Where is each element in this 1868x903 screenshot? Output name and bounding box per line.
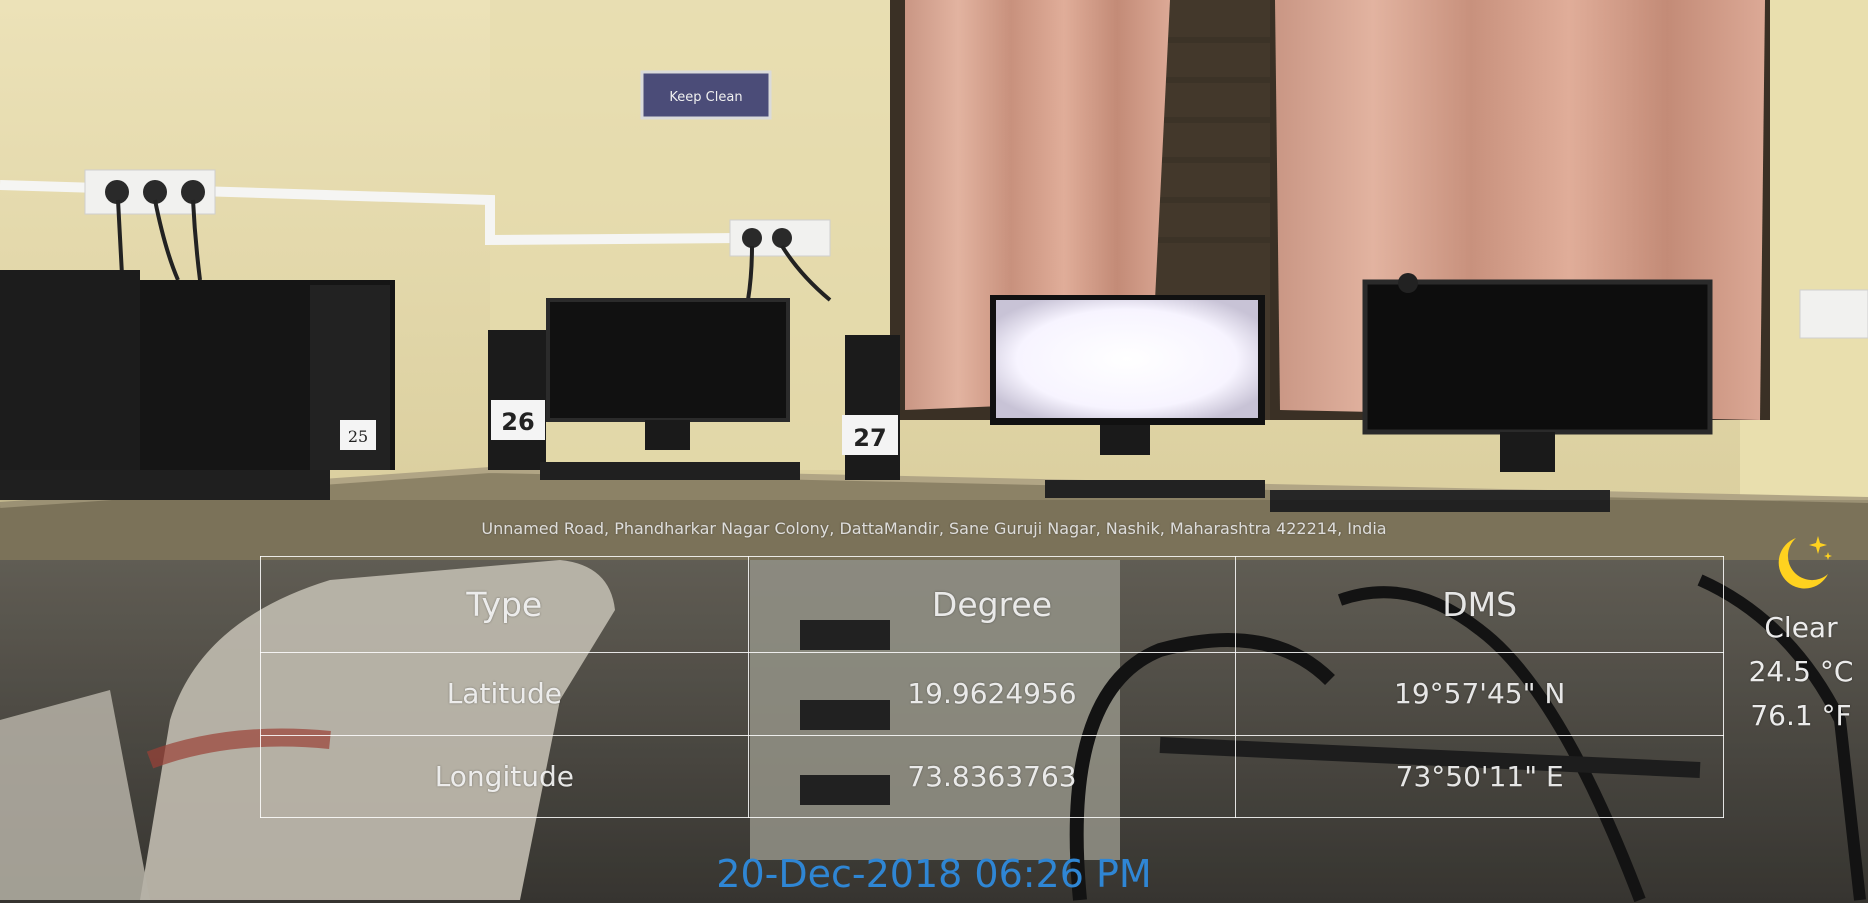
monitor-1: [546, 298, 790, 422]
table-cell: 73°50'11" E: [1235, 734, 1724, 819]
desk-label-26: 26: [501, 408, 534, 436]
weather-condition: Clear: [1764, 611, 1838, 644]
temperature-celsius: 24.5 °C: [1748, 655, 1854, 688]
monitor-2-glowing: [996, 300, 1258, 418]
table-row-longitude: Longitude 73.8363763 73°50'11" E: [260, 734, 1724, 819]
weather-widget: Clear 24.5 °C 76.1 °F: [1734, 530, 1868, 738]
table-cell: 73.8363763: [747, 734, 1237, 819]
table-row-latitude: Latitude 19.9624956 19°57'45" N: [260, 652, 1724, 736]
coordinates-table: Type Degree DMS Latitude 19.9624956 19°5…: [260, 555, 1724, 819]
table-header-row: Type Degree DMS: [260, 555, 1724, 654]
table-cell: 19.9624956: [747, 652, 1237, 736]
datetime-stamp: 20-Dec-2018 06:26 PM: [716, 852, 1152, 896]
desk-label-25: 25: [348, 427, 368, 446]
column-header: Degree: [747, 555, 1237, 654]
desk-label-27: 27: [853, 424, 886, 452]
moon-stars-icon: [1778, 536, 1832, 589]
table-cell: Latitude: [260, 652, 749, 736]
address-text: Unnamed Road, Phandharkar Nagar Colony, …: [481, 519, 1387, 538]
temperature-fahrenheit: 76.1 °F: [1750, 699, 1852, 732]
monitor-3: [1362, 279, 1713, 435]
column-header: DMS: [1235, 555, 1724, 654]
sign-text: Keep Clean: [669, 90, 742, 105]
column-header: Type: [260, 555, 749, 654]
table-cell: 19°57'45" N: [1235, 652, 1724, 736]
table-cell: Longitude: [260, 734, 749, 819]
